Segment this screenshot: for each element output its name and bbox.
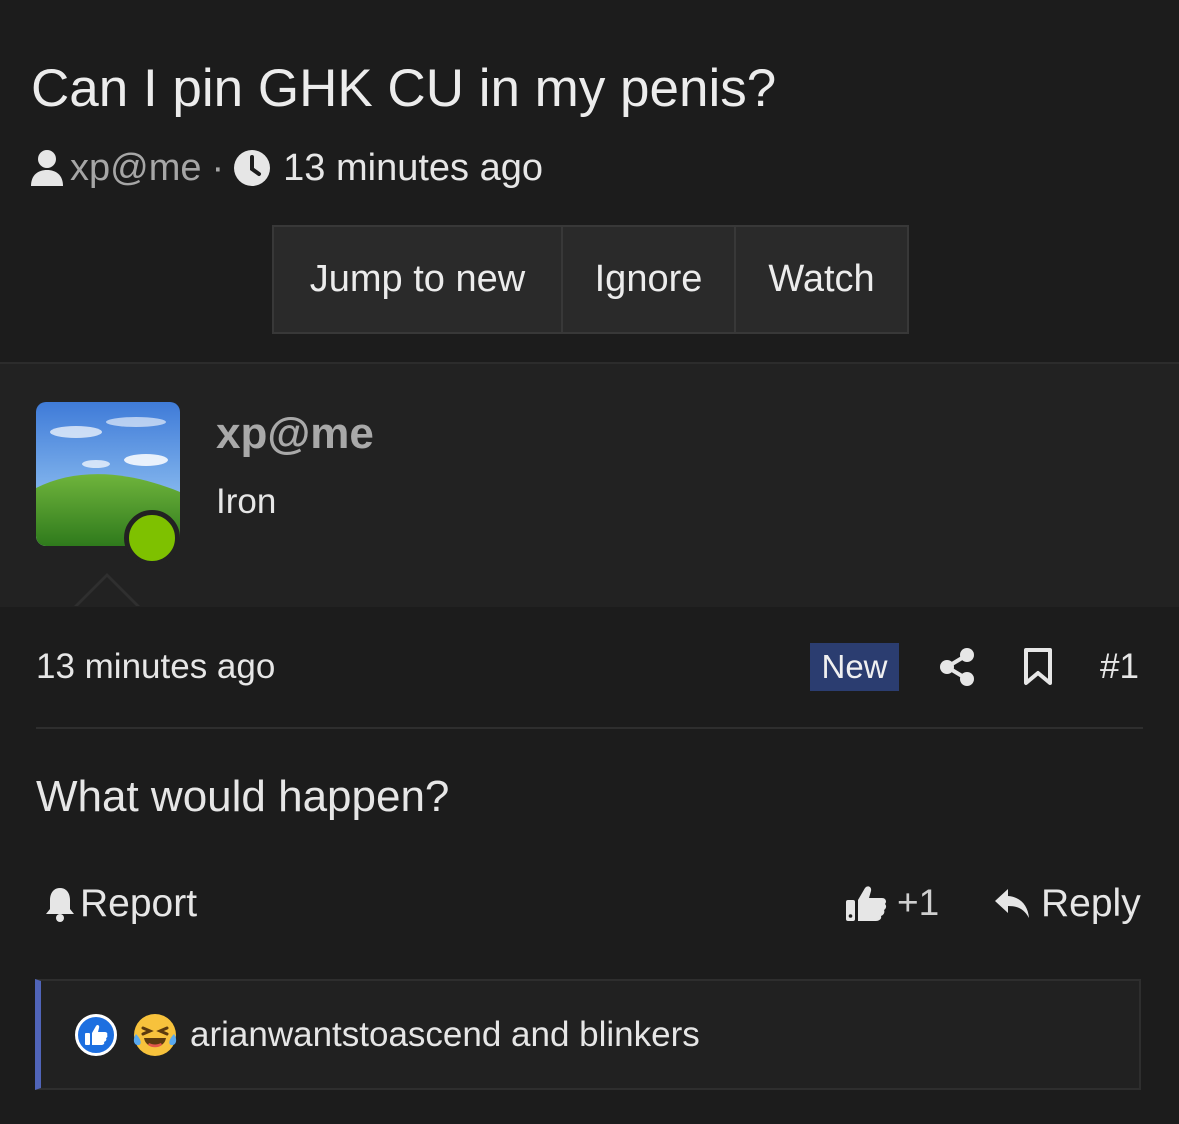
- reply-button[interactable]: Reply: [993, 882, 1141, 926]
- thread-header: Can I pin GHK CU in my penis? xp@me · 13…: [0, 0, 1179, 362]
- ignore-button[interactable]: Ignore: [563, 227, 736, 332]
- reactors-list: arianwantstoascend and blinkers: [190, 1014, 700, 1054]
- bookmark-icon[interactable]: [1022, 647, 1054, 692]
- bell-icon: [44, 885, 76, 923]
- user-block-arrow-fill: [77, 577, 137, 607]
- jump-to-new-button[interactable]: Jump to new: [274, 227, 563, 332]
- reaction-count: +1: [897, 882, 940, 923]
- like-icon: [75, 1013, 117, 1056]
- post-divider: [36, 727, 1143, 729]
- report-button[interactable]: Report: [44, 882, 197, 926]
- like-button[interactable]: +1: [845, 882, 939, 924]
- thumbs-up-icon: [845, 883, 887, 923]
- post-number-link[interactable]: #1: [1100, 647, 1139, 687]
- user-title: Iron: [216, 482, 277, 521]
- report-label: Report: [80, 882, 198, 925]
- post-user-block: xp@me Iron: [0, 362, 1179, 609]
- thread-meta: xp@me · 13 minutes ago: [30, 145, 543, 191]
- thread-author-link[interactable]: xp@me: [70, 147, 202, 190]
- post-body: What would happen?: [36, 772, 450, 821]
- watch-button[interactable]: Watch: [736, 227, 907, 332]
- reactions-summary[interactable]: arianwantstoascend and blinkers: [35, 979, 1141, 1090]
- reply-icon: [993, 887, 1031, 921]
- thread-title: Can I pin GHK CU in my penis?: [31, 59, 777, 118]
- laugh-cry-icon: [132, 1012, 178, 1058]
- clock-icon: [233, 149, 271, 187]
- reply-label: Reply: [1041, 882, 1141, 925]
- new-badge: New: [810, 643, 899, 691]
- meta-separator: ·: [211, 146, 225, 189]
- user-icon: [30, 149, 64, 187]
- post-time[interactable]: 13 minutes ago: [36, 647, 275, 687]
- post: 13 minutes ago New #1 What would happen?: [0, 607, 1179, 1124]
- thread-actions: Jump to new Ignore Watch: [272, 225, 909, 334]
- thread-time: 13 minutes ago: [283, 146, 543, 189]
- user-name[interactable]: xp@me: [216, 409, 374, 459]
- share-icon[interactable]: [938, 647, 976, 692]
- thread-page: Can I pin GHK CU in my penis? xp@me · 13…: [0, 0, 1179, 1124]
- online-status-indicator: [124, 510, 180, 566]
